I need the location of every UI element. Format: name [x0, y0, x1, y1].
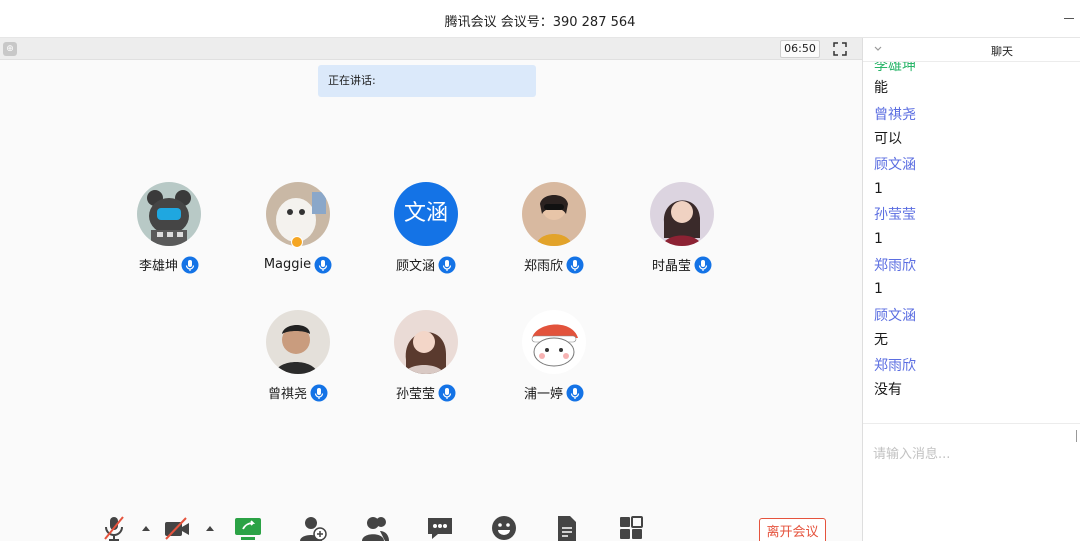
mic-icon — [694, 256, 712, 273]
document-icon[interactable] — [553, 514, 581, 541]
person-avatar-icon — [394, 310, 458, 374]
chat-icon[interactable] — [426, 514, 454, 541]
mic-icon — [438, 384, 456, 401]
chat-sender: 孙莹莹 — [874, 207, 916, 223]
video-stage: ⊕ 06:50 正在讲话: 李雄坤 Maggie 文涵 顾文涵 郑雨欣 时晶莹 … — [0, 38, 862, 541]
cartoon-avatar-icon — [522, 310, 586, 374]
stage-top-bar: ⊕ 06:50 — [0, 38, 862, 60]
mic-icon — [438, 256, 456, 273]
chat-input-area — [863, 423, 1080, 541]
share-screen-icon[interactable] — [234, 514, 262, 541]
participant-name: 顾文涵 — [395, 259, 435, 274]
chat-message-text: 1 — [874, 181, 883, 197]
avatar — [266, 310, 330, 374]
chat-message-text: 无 — [874, 332, 888, 348]
leave-meeting-button[interactable]: 离开会议 — [759, 518, 826, 541]
fullscreen-icon[interactable] — [832, 41, 848, 57]
mic-icon — [566, 384, 584, 401]
chat-sender-cut: 李雄坤 — [874, 62, 916, 74]
mic-icon — [310, 384, 328, 401]
person-avatar-icon — [650, 182, 714, 246]
participant-name: 郑雨欣 — [523, 259, 563, 274]
person-avatar-icon — [522, 182, 586, 246]
chat-message-text: 1 — [874, 231, 883, 247]
chat-message-input[interactable] — [873, 444, 1073, 464]
mic-icon — [314, 256, 332, 273]
chat-header: 聊天 — [863, 38, 1080, 62]
emoji-icon[interactable] — [490, 514, 518, 541]
avatar: 文涵 — [394, 182, 458, 246]
chat-message-text: 1 — [874, 281, 883, 297]
caret-up-icon[interactable] — [141, 524, 151, 532]
resize-handle[interactable] — [1076, 430, 1079, 442]
chat-sender: 顾文涵 — [874, 157, 916, 173]
person-avatar-icon — [266, 310, 330, 374]
caret-up-icon[interactable] — [205, 524, 215, 532]
participant-name: Maggie — [263, 257, 312, 272]
meeting-window: 腾讯会议 会议号：390 287 564 ⊕ 06:50 正在讲话: 李雄坤 M… — [0, 0, 1080, 541]
chat-sender: 郑雨欣 — [874, 358, 916, 374]
chat-title: 聊天 — [991, 45, 1013, 58]
chat-message-text: 能 — [874, 80, 888, 96]
avatar — [522, 310, 586, 374]
title-bar: 腾讯会议 会议号：390 287 564 — [0, 0, 1080, 38]
participant-name: 浦一婷 — [523, 387, 563, 402]
participant-name: 李雄坤 — [138, 259, 178, 274]
mic-icon — [181, 256, 199, 273]
participant-name: 孙莹莹 — [395, 387, 435, 402]
chat-message-list: 李雄坤 能 曾祺尧 可以 顾文涵 1 孙莹莹 1 郑雨欣 1 顾文涵 无 郑雨欣… — [863, 62, 1080, 422]
layout-icon[interactable] — [617, 514, 645, 541]
chat-panel: 聊天 李雄坤 能 曾祺尧 可以 顾文涵 1 孙莹莹 1 郑雨欣 1 顾文涵 无 … — [862, 38, 1080, 541]
avatar — [394, 310, 458, 374]
window-title: 腾讯会议 会议号：390 287 564 — [444, 15, 636, 30]
avatar — [522, 182, 586, 246]
host-badge — [291, 236, 303, 248]
chat-sender: 郑雨欣 — [874, 258, 916, 274]
participant-name: 曾祺尧 — [267, 387, 307, 402]
speaking-indicator: 正在讲话: — [318, 65, 536, 97]
members-icon[interactable] — [362, 514, 390, 541]
avatar — [650, 182, 714, 246]
mic-muted-icon[interactable] — [100, 514, 128, 541]
avatar — [137, 182, 201, 246]
chat-message-text: 可以 — [874, 131, 902, 147]
chat-sender: 曾祺尧 — [874, 107, 916, 123]
chat-message-text: 没有 — [874, 382, 902, 398]
mic-icon — [566, 256, 584, 273]
participant-name: 时晶莹 — [651, 259, 691, 274]
minimize-button[interactable] — [1064, 18, 1074, 19]
bottom-toolbar: 离开会议 — [0, 502, 862, 541]
invite-icon[interactable] — [299, 514, 327, 541]
bear-avatar-icon — [137, 182, 201, 246]
camera-off-icon[interactable] — [163, 514, 191, 541]
chat-sender: 顾文涵 — [874, 308, 916, 324]
shield-icon[interactable]: ⊕ — [3, 42, 17, 56]
meeting-timer: 06:50 — [780, 40, 820, 58]
